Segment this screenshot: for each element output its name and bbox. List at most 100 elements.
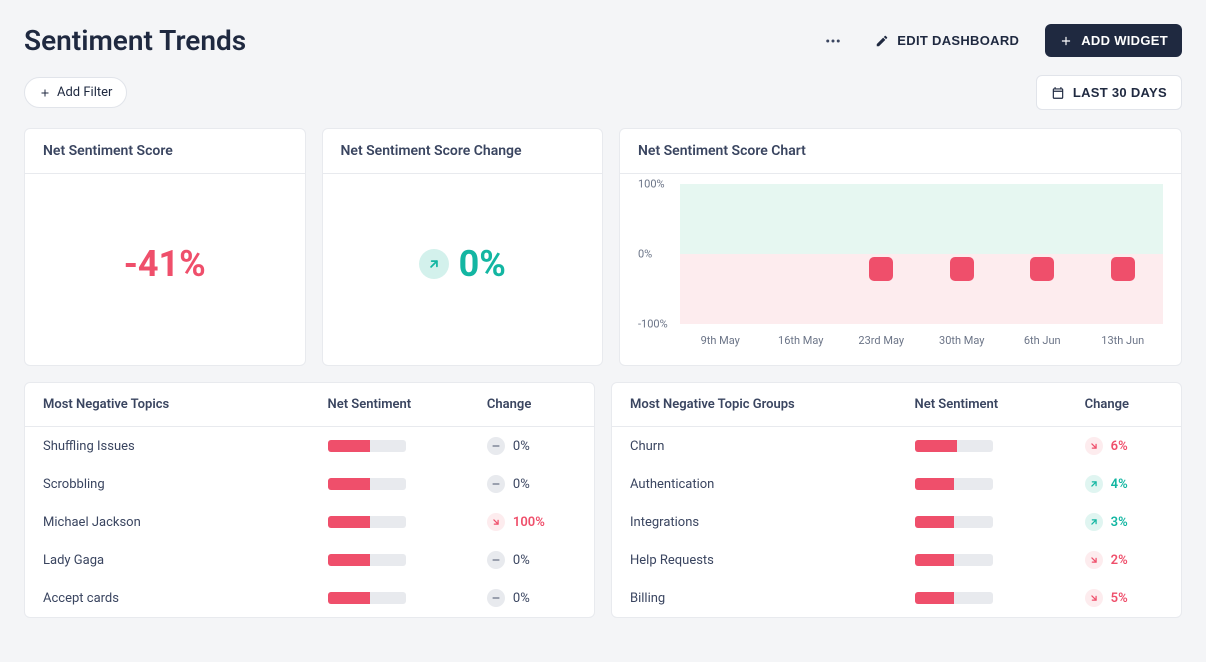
- more-horizontal-icon: [824, 32, 842, 50]
- net-sentiment-chart-card: Net Sentiment Score Chart 100% 0% -100% …: [619, 128, 1182, 366]
- change-value: 0%: [513, 477, 530, 492]
- plus-icon: [1059, 34, 1073, 48]
- x-tick-label: 30th May: [922, 334, 1003, 347]
- date-range-button[interactable]: LAST 30 DAYS: [1036, 75, 1182, 110]
- x-tick-label: 23rd May: [841, 334, 922, 347]
- chart-bar-column: [761, 184, 842, 324]
- topic-label: Accept cards: [25, 579, 310, 617]
- sentiment-bar: [915, 440, 993, 452]
- sentiment-bar: [328, 592, 406, 604]
- topic-label: Shuffling Issues: [25, 427, 310, 466]
- most-negative-topic-groups-card: Most Negative Topic Groups Net Sentiment…: [611, 382, 1182, 618]
- card-title: Net Sentiment Score Change: [323, 129, 603, 174]
- chart-bar-column: [922, 184, 1003, 324]
- chart-bar-column: [841, 184, 922, 324]
- change-value: 5%: [1111, 591, 1128, 606]
- sentiment-bar: [328, 554, 406, 566]
- net-sentiment-change-card: Net Sentiment Score Change 0%: [322, 128, 604, 366]
- chart-bar: [1111, 257, 1135, 281]
- change-value: 2%: [1111, 553, 1128, 568]
- topic-label: Billing: [612, 579, 897, 617]
- add-widget-button[interactable]: ADD WIDGET: [1045, 24, 1182, 57]
- change-value: 100%: [513, 515, 545, 530]
- topic-label: Integrations: [612, 503, 897, 541]
- chart-bar-column: [1002, 184, 1083, 324]
- trend-up-icon: [419, 249, 449, 279]
- topic-label: Churn: [612, 427, 897, 466]
- add-filter-button[interactable]: Add Filter: [24, 77, 127, 108]
- topic-label: Help Requests: [612, 541, 897, 579]
- table-row[interactable]: Lady Gaga 0%: [25, 541, 594, 579]
- change-value: 0%: [513, 591, 530, 606]
- minus-icon: [487, 589, 505, 607]
- arrow-up-right-icon: [1085, 513, 1103, 531]
- minus-icon: [487, 475, 505, 493]
- arrow-down-right-icon: [1085, 437, 1103, 455]
- table-row[interactable]: Integrations 3%: [612, 503, 1181, 541]
- x-tick-label: 13th Jun: [1083, 334, 1164, 347]
- sentiment-bar: [915, 516, 993, 528]
- edit-dashboard-button[interactable]: EDIT DASHBOARD: [861, 24, 1033, 57]
- table-row[interactable]: Help Requests 2%: [612, 541, 1181, 579]
- table-row[interactable]: Billing 5%: [612, 579, 1181, 617]
- change-value: 0%: [513, 439, 530, 454]
- arrow-down-right-icon: [1085, 589, 1103, 607]
- table-row[interactable]: Churn 6%: [612, 427, 1181, 466]
- chart-bar-column: [1083, 184, 1164, 324]
- edit-dashboard-label: EDIT DASHBOARD: [897, 33, 1019, 48]
- most-negative-topics-card: Most Negative Topics Net Sentiment Chang…: [24, 382, 595, 618]
- arrow-down-right-icon: [1085, 551, 1103, 569]
- table-row[interactable]: Authentication 4%: [612, 465, 1181, 503]
- add-filter-label: Add Filter: [57, 85, 112, 100]
- change-value: 4%: [1111, 477, 1128, 492]
- x-tick-label: 16th May: [761, 334, 842, 347]
- calendar-icon: [1051, 86, 1065, 100]
- minus-icon: [487, 437, 505, 455]
- table-header: Change: [1067, 383, 1181, 427]
- chart-bar: [1030, 257, 1054, 281]
- sentiment-bar: [915, 554, 993, 566]
- table-header: Net Sentiment: [897, 383, 1067, 427]
- arrow-up-right-icon: [1085, 475, 1103, 493]
- sentiment-bar: [328, 440, 406, 452]
- table-header: Change: [469, 383, 594, 427]
- net-sentiment-score-card: Net Sentiment Score -41%: [24, 128, 306, 366]
- change-value: 0%: [513, 553, 530, 568]
- topic-label: Scrobbling: [25, 465, 310, 503]
- topic-label: Lady Gaga: [25, 541, 310, 579]
- topic-label: Authentication: [612, 465, 897, 503]
- table-row[interactable]: Accept cards 0%: [25, 579, 594, 617]
- card-title: Net Sentiment Score: [25, 129, 305, 174]
- chart-bar: [950, 257, 974, 281]
- chart-bar: [869, 257, 893, 281]
- more-menu-button[interactable]: [817, 25, 849, 57]
- x-tick-label: 6th Jun: [1002, 334, 1083, 347]
- arrow-down-right-icon: [487, 513, 505, 531]
- pencil-icon: [875, 34, 889, 48]
- change-value: 3%: [1111, 515, 1128, 530]
- topic-label: Michael Jackson: [25, 503, 310, 541]
- minus-icon: [487, 551, 505, 569]
- y-tick-label: -100%: [638, 318, 668, 331]
- net-sentiment-change-value: 0%: [459, 243, 506, 285]
- page-title: Sentiment Trends: [24, 24, 817, 57]
- sentiment-bar: [915, 478, 993, 490]
- change-value: 6%: [1111, 439, 1128, 454]
- table-row[interactable]: Michael Jackson 100%: [25, 503, 594, 541]
- date-range-label: LAST 30 DAYS: [1073, 85, 1167, 100]
- card-title: Net Sentiment Score Chart: [620, 129, 1181, 174]
- add-widget-label: ADD WIDGET: [1081, 33, 1168, 48]
- table-header: Net Sentiment: [310, 383, 469, 427]
- net-sentiment-score-value: -41%: [124, 243, 206, 285]
- sentiment-bar: [328, 516, 406, 528]
- plus-icon: [39, 87, 51, 99]
- y-tick-label: 100%: [638, 178, 665, 191]
- chart-bar-column: [680, 184, 761, 324]
- table-header: Most Negative Topics: [25, 383, 310, 427]
- table-header: Most Negative Topic Groups: [612, 383, 897, 427]
- table-row[interactable]: Shuffling Issues 0%: [25, 427, 594, 466]
- x-tick-label: 9th May: [680, 334, 761, 347]
- table-row[interactable]: Scrobbling 0%: [25, 465, 594, 503]
- sentiment-chart: 100% 0% -100%: [680, 184, 1163, 324]
- sentiment-bar: [915, 592, 993, 604]
